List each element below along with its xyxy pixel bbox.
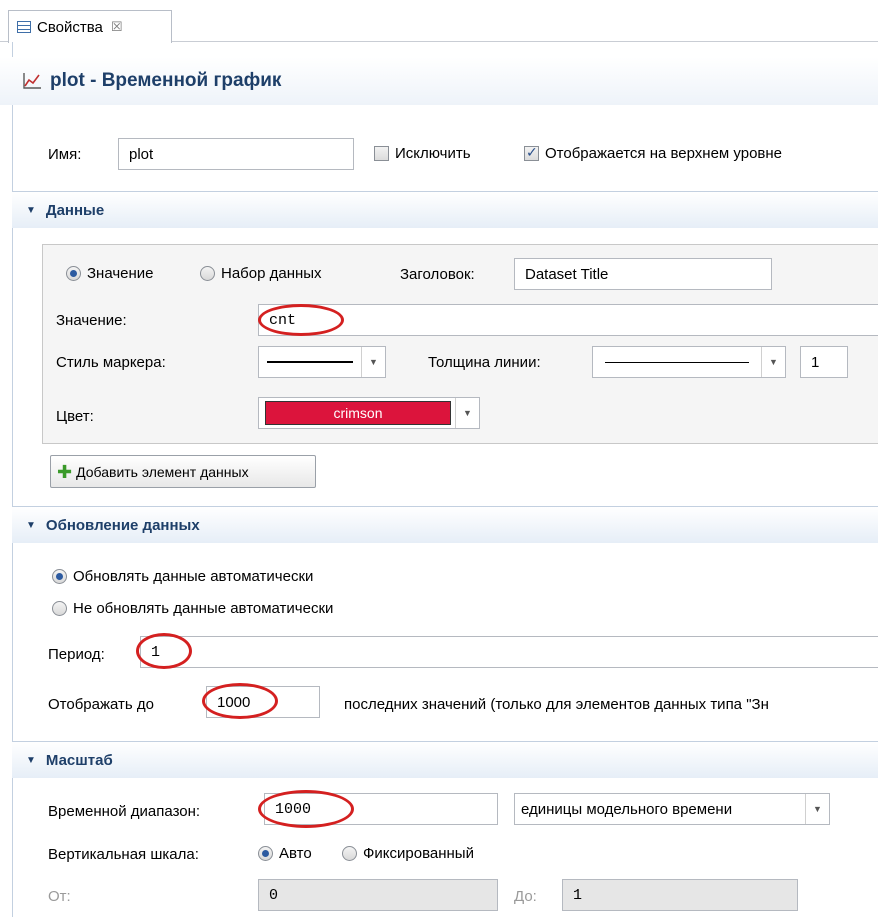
to-label: До: [514, 888, 537, 905]
panel-left-border [12, 42, 13, 917]
dataset-title-label: Заголовок: [400, 266, 475, 283]
properties-icon [17, 21, 31, 33]
value-radio[interactable] [66, 266, 81, 281]
value-input[interactable]: cnt [258, 304, 878, 336]
chevron-down-icon[interactable]: ▼ [361, 347, 385, 377]
dataset-title-input[interactable]: Dataset Title [514, 258, 772, 290]
line-width-input[interactable]: 1 [800, 346, 848, 378]
time-units-value: единицы модельного времени [521, 800, 733, 818]
manual-update-radio[interactable] [52, 601, 67, 616]
manual-update-label: Не обновлять данные автоматически [73, 600, 334, 617]
dataset-radio-label: Набор данных [221, 265, 322, 282]
time-units-select[interactable]: единицы модельного времени ▼ [514, 793, 830, 825]
value-radio-label: Значение [87, 265, 154, 282]
line-sample [259, 361, 361, 363]
chevron-down-icon[interactable]: ▼ [455, 398, 479, 428]
marker-style-select[interactable]: ▼ [258, 346, 386, 378]
dataset-radio-row[interactable]: Набор данных [200, 265, 322, 282]
section-scale-title: Масштаб [45, 751, 113, 769]
name-input[interactable]: plot [118, 138, 354, 170]
scale-auto-radio-row[interactable]: Авто [258, 845, 312, 862]
collapse-arrow-icon: ▼ [26, 754, 36, 766]
to-input[interactable]: 1 [562, 879, 798, 911]
collapse-arrow-icon: ▼ [26, 204, 36, 216]
scale-fixed-label: Фиксированный [363, 845, 474, 862]
exclude-checkbox-row[interactable]: Исключить [374, 145, 471, 162]
name-label: Имя: [48, 146, 82, 163]
tab-label: Свойства [37, 18, 103, 36]
time-range-label: Временной диапазон: [48, 803, 201, 820]
chevron-down-icon[interactable]: ▼ [761, 347, 785, 377]
add-data-item-label: Добавить элемент данных [76, 463, 249, 480]
from-label: От: [48, 888, 71, 905]
period-input[interactable]: 1 [140, 636, 878, 668]
collapse-arrow-icon: ▼ [26, 519, 36, 531]
scale-auto-label: Авто [279, 845, 312, 862]
top-level-checkbox[interactable] [524, 144, 539, 161]
line-width-label: Толщина линии: [428, 354, 541, 371]
page-title: plot - Временной график [50, 70, 282, 91]
auto-update-radio-row[interactable]: Обновлять данные автоматически [52, 568, 313, 585]
from-input[interactable]: 0 [258, 879, 498, 911]
line-sample [593, 361, 761, 363]
manual-update-radio-row[interactable]: Не обновлять данные автоматически [52, 600, 333, 617]
color-swatch: crimson [265, 401, 451, 425]
show-up-to-label: Отображать до [48, 696, 154, 713]
auto-update-label: Обновлять данные автоматически [73, 568, 314, 585]
scale-fixed-radio-row[interactable]: Фиксированный [342, 845, 474, 862]
annotation-ellipse [258, 304, 344, 336]
dataset-radio[interactable] [200, 266, 215, 281]
top-level-checkbox-row[interactable]: Отображается на верхнем уровне [524, 144, 783, 162]
annotation-ellipse [202, 683, 278, 719]
period-label: Период: [48, 646, 105, 663]
color-select[interactable]: crimson ▼ [258, 397, 480, 429]
marker-style-label: Стиль маркера: [56, 354, 166, 371]
add-data-item-button[interactable]: ✚ Добавить элемент данных [50, 455, 316, 488]
section-update-title: Обновление данных [45, 516, 200, 534]
scale-auto-radio[interactable] [258, 846, 273, 861]
section-data-header[interactable]: ▼ Данные [12, 191, 878, 228]
exclude-checkbox[interactable] [374, 146, 389, 161]
section-scale-header[interactable]: ▼ Масштаб [12, 741, 878, 778]
section-data-title: Данные [45, 201, 105, 219]
vertical-scale-label: Вертикальная шкала: [48, 846, 199, 863]
show-up-to-suffix: последних значений (только для элементов… [344, 696, 769, 713]
annotation-ellipse [136, 633, 192, 669]
annotation-ellipse [258, 790, 354, 828]
time-plot-icon [22, 72, 42, 90]
value-label: Значение: [56, 312, 127, 329]
exclude-label: Исключить [395, 145, 471, 162]
color-label: Цвет: [56, 408, 94, 425]
scale-fixed-radio[interactable] [342, 846, 357, 861]
line-width-select[interactable]: ▼ [592, 346, 786, 378]
value-radio-row[interactable]: Значение [66, 265, 154, 282]
close-icon[interactable]: ☒ [111, 19, 123, 35]
section-update-header[interactable]: ▼ Обновление данных [12, 506, 878, 543]
plus-icon: ✚ [57, 461, 73, 482]
chevron-down-icon[interactable]: ▼ [805, 794, 829, 824]
tab-properties[interactable]: Свойства ☒ [8, 10, 172, 43]
top-level-label: Отображается на верхнем уровне [545, 145, 783, 162]
auto-update-radio[interactable] [52, 569, 67, 584]
properties-title-bar: plot - Временной график [0, 57, 878, 105]
